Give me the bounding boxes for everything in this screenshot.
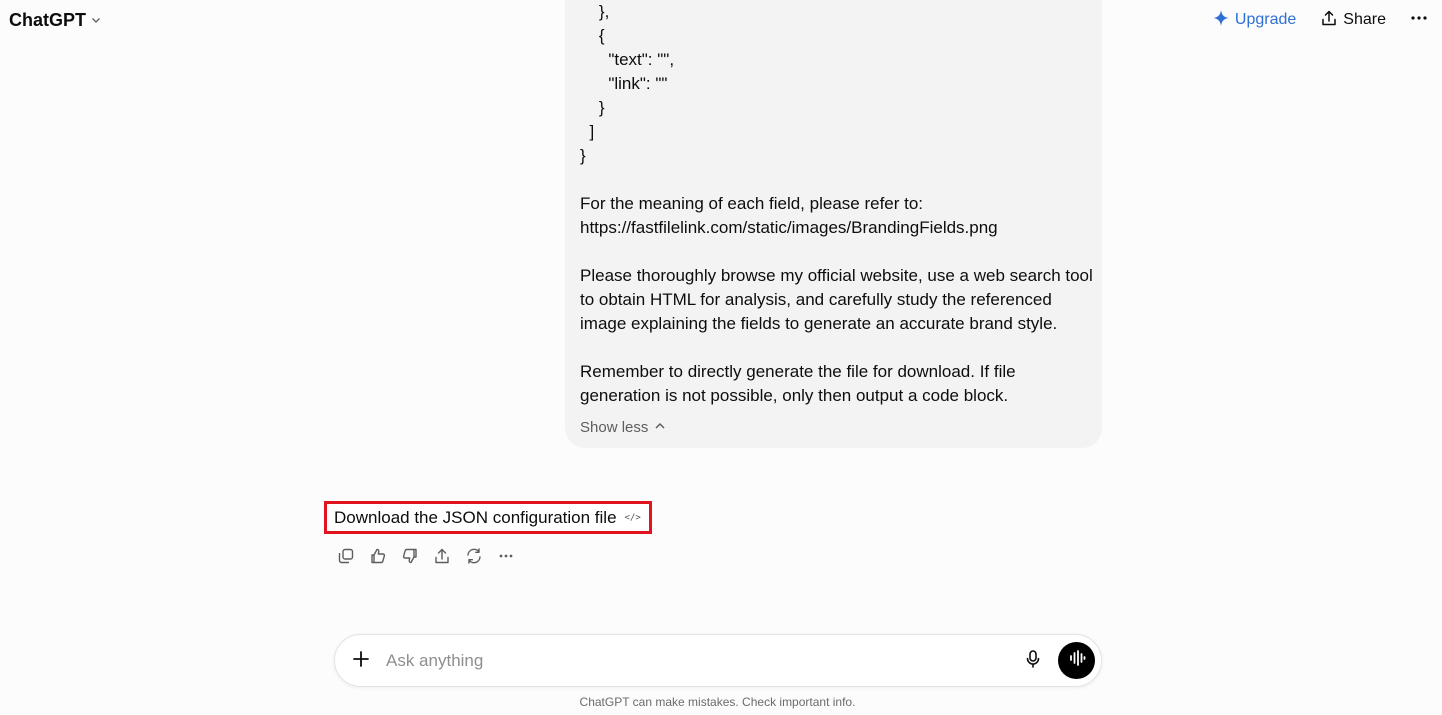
code-line: "link": ""	[580, 74, 668, 93]
good-response-button[interactable]	[362, 544, 394, 572]
text-line: Please thoroughly browse my official web…	[580, 266, 1093, 285]
code-line: },	[580, 2, 610, 21]
more-actions-button[interactable]	[490, 544, 522, 572]
user-message-text: }, { "text": "", "link": "" } ] } For th…	[580, 0, 1095, 408]
dictate-button[interactable]	[1021, 649, 1045, 673]
add-attachment-button[interactable]	[349, 649, 373, 673]
sparkle-icon	[1212, 9, 1230, 32]
upgrade-button[interactable]: Upgrade	[1212, 9, 1296, 32]
share-response-button[interactable]	[426, 544, 458, 572]
code-line: }	[580, 98, 605, 117]
copy-icon	[337, 547, 355, 570]
model-selector[interactable]: ChatGPT	[9, 8, 102, 32]
text-line: Remember to directly generate the file f…	[580, 362, 1016, 381]
text-line: https://fastfilelink.com/static/images/B…	[580, 218, 998, 237]
share-icon	[1320, 9, 1338, 32]
regenerate-icon	[465, 547, 483, 570]
text-line: generation is not possible, only then ou…	[580, 386, 1009, 405]
code-line: "text": "",	[580, 50, 675, 69]
show-less-button[interactable]: Show less	[580, 415, 666, 439]
code-line: ]	[580, 122, 595, 141]
text-line: to obtain HTML for analysis, and careful…	[580, 290, 1052, 309]
download-json-link[interactable]: Download the JSON configuration file </>	[324, 501, 652, 534]
header-actions: Upgrade Share	[1212, 7, 1428, 33]
voice-mode-button[interactable]	[1058, 642, 1095, 679]
more-icon	[1410, 9, 1428, 32]
message-actions	[330, 544, 522, 572]
disclaimer: ChatGPT can make mistakes. Check importa…	[579, 695, 856, 709]
upgrade-label: Upgrade	[1234, 11, 1297, 28]
download-link-text: Download the JSON configuration file	[334, 507, 617, 527]
share-icon	[433, 547, 451, 570]
text-line: For the meaning of each field, please re…	[580, 194, 924, 213]
code-line: {	[580, 26, 605, 45]
share-button[interactable]: Share	[1320, 9, 1386, 32]
show-less-label: Show less	[580, 418, 649, 436]
chevron-up-icon	[654, 419, 666, 436]
ask-input[interactable]	[386, 648, 986, 674]
code-line: }	[580, 146, 586, 165]
copy-button[interactable]	[330, 544, 362, 572]
thumbs-up-icon	[369, 547, 387, 570]
app-title: ChatGPT	[9, 9, 87, 30]
thumbs-down-icon	[401, 547, 419, 570]
chevron-down-icon	[90, 10, 102, 31]
plus-icon	[352, 650, 370, 673]
regenerate-button[interactable]	[458, 544, 490, 572]
voice-mode-icon	[1067, 648, 1087, 673]
chat-page: ChatGPT Upgrade Share }, {"text": "", "…	[0, 0, 1442, 715]
mic-icon	[1024, 649, 1042, 674]
share-label: Share	[1343, 11, 1386, 28]
more-options-button[interactable]	[1410, 9, 1428, 32]
composer	[334, 634, 1102, 687]
text-line: image explaining the fields to generate …	[580, 314, 1058, 333]
more-icon	[497, 547, 515, 570]
code-icon: </>	[624, 512, 641, 523]
bad-response-button[interactable]	[394, 544, 426, 572]
